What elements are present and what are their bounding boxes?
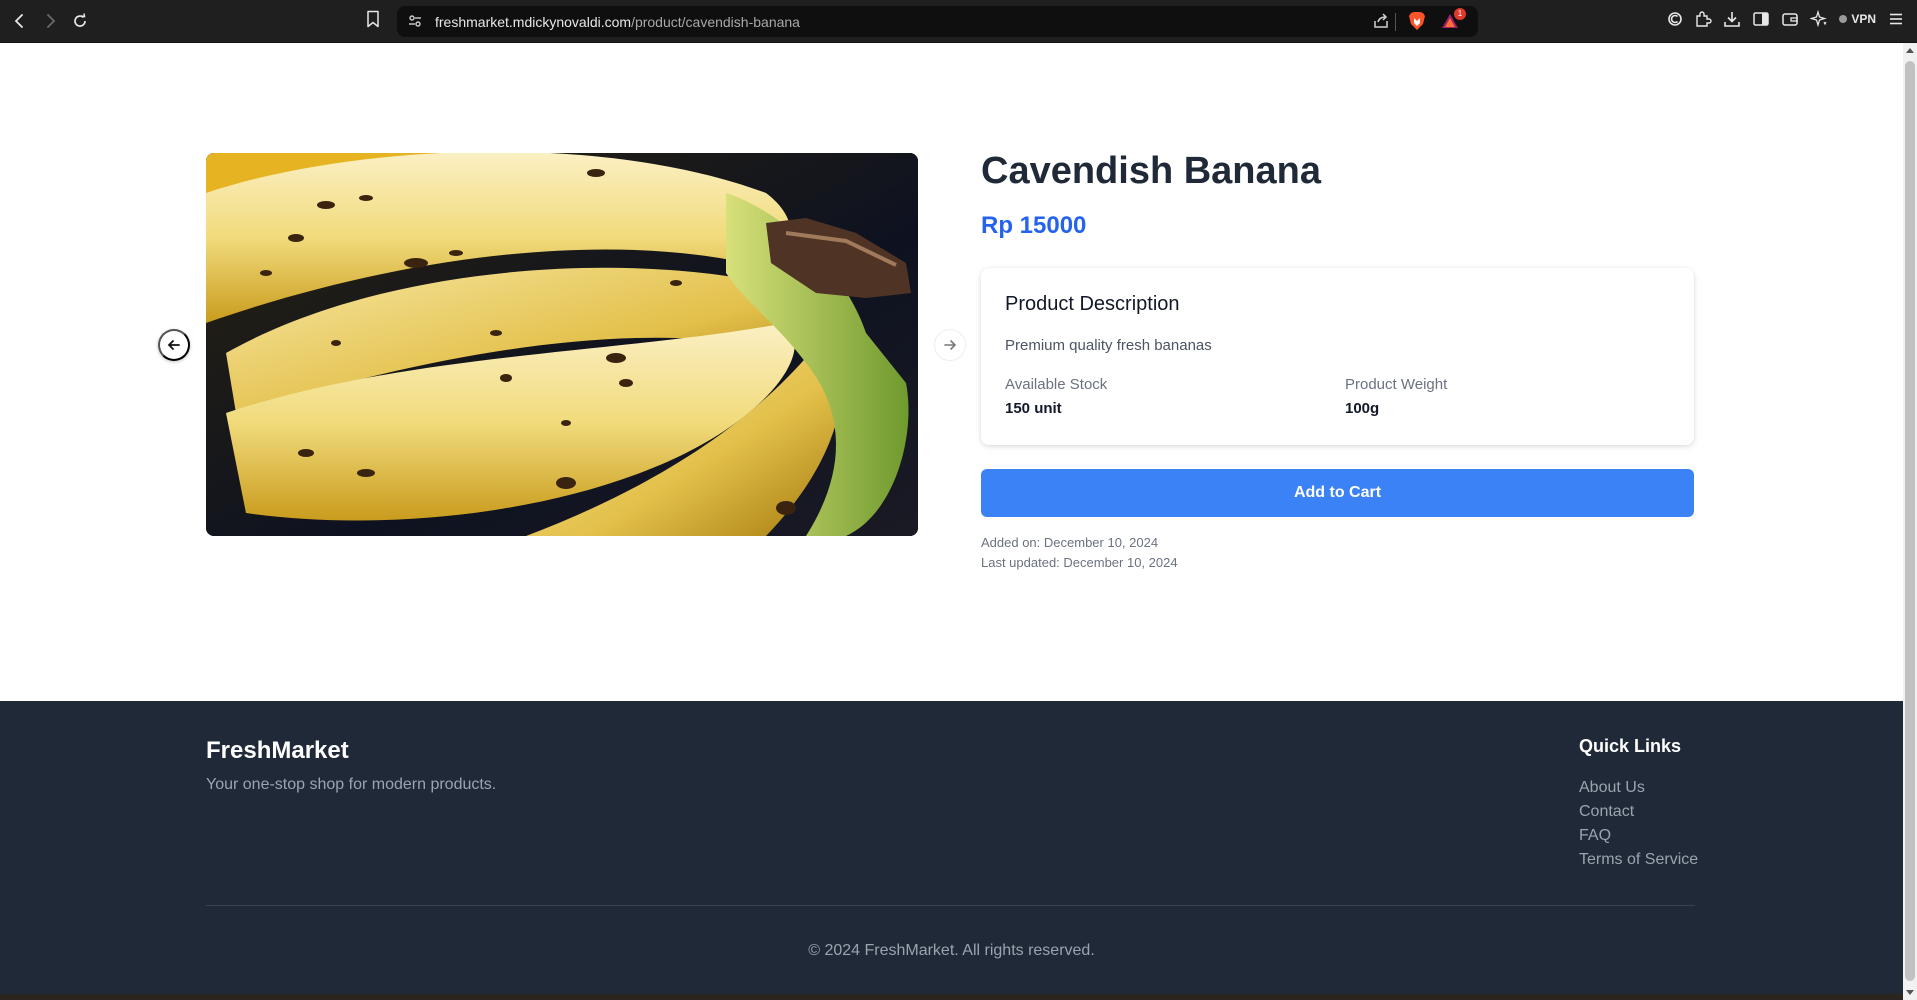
url-path: /product/cavendish-banana (631, 14, 800, 30)
browser-toolbar: freshmarket.mdickynovaldi.com/product/ca… (0, 0, 1917, 43)
reload-icon (74, 13, 86, 27)
downloads-icon[interactable] (1723, 10, 1741, 28)
leo-icon[interactable] (1667, 11, 1683, 27)
url-text: freshmarket.mdickynovaldi.com/product/ca… (435, 14, 800, 30)
weight-value: 100g (1345, 400, 1380, 417)
quick-links-title: Quick Links (1579, 736, 1682, 756)
scroll-up-arrow[interactable] (1906, 48, 1914, 53)
stock-value: 150 unit (1005, 400, 1062, 417)
weight-label: Product Weight (1345, 376, 1448, 393)
page-scrollbar[interactable] (1903, 43, 1917, 1000)
description-title: Product Description (1005, 293, 1180, 315)
vpn-status-dot (1839, 15, 1848, 23)
description-text: Premium quality fresh bananas (1005, 337, 1212, 354)
forward-button[interactable] (38, 9, 62, 33)
urlbar-separator (1395, 13, 1396, 31)
footer-tagline: Your one-stop shop for modern products. (206, 776, 497, 793)
product-description-card: Product Description Premium quality fres… (981, 268, 1694, 445)
add-to-cart-button[interactable]: Add to Cart (981, 469, 1694, 517)
added-on-date: Added on: December 10, 2024 (981, 535, 1159, 550)
back-button[interactable] (8, 9, 32, 33)
product-title: Cavendish Banana (981, 150, 1321, 192)
address-bar[interactable]: freshmarket.mdickynovaldi.com/product/ca… (397, 6, 1478, 37)
bottom-strip (0, 994, 1903, 1000)
url-host: freshmarket.mdickynovaldi.com (435, 14, 632, 30)
bookmark-button[interactable] (365, 10, 381, 28)
banana-photo (206, 153, 918, 536)
site-footer: FreshMarket Your one-stop shop for moder… (0, 701, 1903, 1000)
footer-brand: FreshMarket (206, 737, 349, 764)
footer-link-contact[interactable]: Contact (1579, 803, 1634, 821)
browser-tools: VPN (1667, 10, 1905, 28)
forward-icon (47, 14, 56, 28)
arrow-left-icon (167, 340, 180, 350)
bookmark-icon (367, 10, 379, 28)
brave-shield-icon[interactable] (1408, 11, 1426, 31)
wallet-icon[interactable] (1781, 10, 1799, 28)
reload-button[interactable] (68, 9, 92, 33)
scrollbar-thumb[interactable] (1905, 61, 1915, 981)
vpn-label: VPN (1851, 12, 1876, 26)
arrow-right-icon (944, 340, 957, 350)
share-icon[interactable] (1372, 12, 1390, 30)
rewards-badge: 1 (1454, 8, 1466, 20)
carousel-prev-button[interactable] (158, 329, 190, 361)
scroll-down-arrow[interactable] (1906, 990, 1914, 995)
footer-divider (206, 905, 1695, 906)
footer-link-faq[interactable]: FAQ (1579, 827, 1611, 845)
last-updated-date: Last updated: December 10, 2024 (981, 555, 1178, 570)
sidebar-icon[interactable] (1752, 10, 1770, 28)
footer-link-about[interactable]: About Us (1579, 779, 1645, 797)
menu-icon[interactable] (1887, 10, 1905, 28)
extensions-icon[interactable] (1694, 10, 1712, 28)
ai-icon[interactable] (1810, 10, 1828, 28)
stock-label: Available Stock (1005, 376, 1108, 393)
copyright: © 2024 FreshMarket. All rights reserved. (808, 942, 1095, 959)
site-settings-icon[interactable] (407, 13, 423, 29)
carousel-next-button[interactable] (934, 329, 966, 361)
footer-link-terms[interactable]: Terms of Service (1579, 851, 1698, 869)
vpn-button[interactable]: VPN (1839, 12, 1876, 26)
product-image (206, 153, 918, 536)
product-price: Rp 15000 (981, 212, 1087, 239)
back-icon (14, 14, 23, 28)
